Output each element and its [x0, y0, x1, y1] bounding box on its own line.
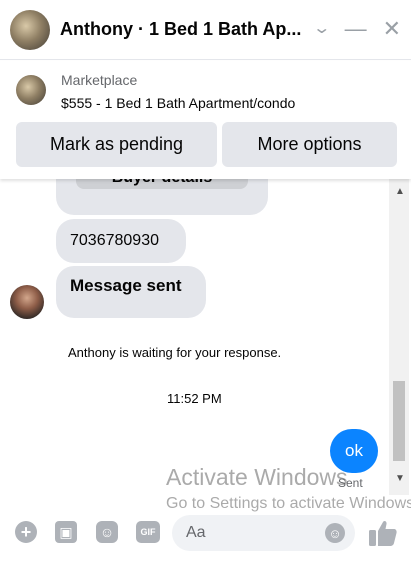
emoji-icon[interactable]: ☺: [325, 523, 345, 543]
mark-as-pending-button[interactable]: Mark as pending: [16, 122, 217, 167]
waiting-notice: Anthony is waiting for your response.: [68, 345, 282, 360]
close-icon[interactable]: ✕: [383, 18, 401, 40]
photo-icon[interactable]: ▣: [55, 521, 77, 543]
delivery-status: Sent: [338, 476, 363, 490]
message-sent-bubble: Message sent: [56, 266, 206, 318]
chevron-down-icon[interactable]: ⌄: [312, 18, 331, 40]
chat-header: Anthony · 1 Bed 1 Bath Ap... ⌄ — ✕: [0, 0, 411, 60]
outgoing-message-bubble: ok: [330, 429, 378, 473]
more-options-button[interactable]: More options: [222, 122, 397, 167]
conversation-title[interactable]: Anthony · 1 Bed 1 Bath Ap...: [60, 19, 301, 40]
scroll-down-arrow-icon[interactable]: ▼: [395, 473, 405, 484]
sender-avatar[interactable]: [10, 285, 44, 319]
conversation-avatar[interactable]: [10, 9, 50, 50]
message-thread[interactable]: Buyer details 7036780930 Message sent An…: [0, 179, 411, 499]
gif-icon[interactable]: GIF: [136, 521, 160, 543]
listing-thumbnail[interactable]: [16, 75, 46, 105]
header-controls: ⌄ — ✕: [312, 18, 401, 40]
listing-title[interactable]: $555 - 1 Bed 1 Bath Apartment/condo: [61, 95, 295, 111]
plus-icon[interactable]: +: [15, 521, 37, 543]
buyer-details-bubble: Buyer details: [56, 179, 268, 215]
scroll-up-arrow-icon[interactable]: ▲: [395, 186, 405, 197]
scrollbar-thumb[interactable]: [393, 381, 405, 461]
minimize-icon[interactable]: —: [345, 18, 367, 40]
buyer-details-button[interactable]: Buyer details: [76, 179, 248, 189]
marketplace-panel: Marketplace $555 - 1 Bed 1 Bath Apartmen…: [0, 61, 411, 179]
chat-scrollbar[interactable]: ▲ ▼: [389, 179, 409, 495]
message-composer: + ▣ ☺ GIF Aa ☺: [0, 510, 411, 558]
message-timestamp: 11:52 PM: [167, 391, 222, 406]
message-placeholder: Aa: [186, 524, 206, 541]
message-input[interactable]: Aa ☺: [172, 515, 355, 551]
phone-bubble: 7036780930: [56, 219, 186, 263]
thumbs-up-icon[interactable]: [368, 519, 398, 547]
sticker-icon[interactable]: ☺: [96, 521, 118, 543]
marketplace-label: Marketplace: [61, 72, 138, 88]
